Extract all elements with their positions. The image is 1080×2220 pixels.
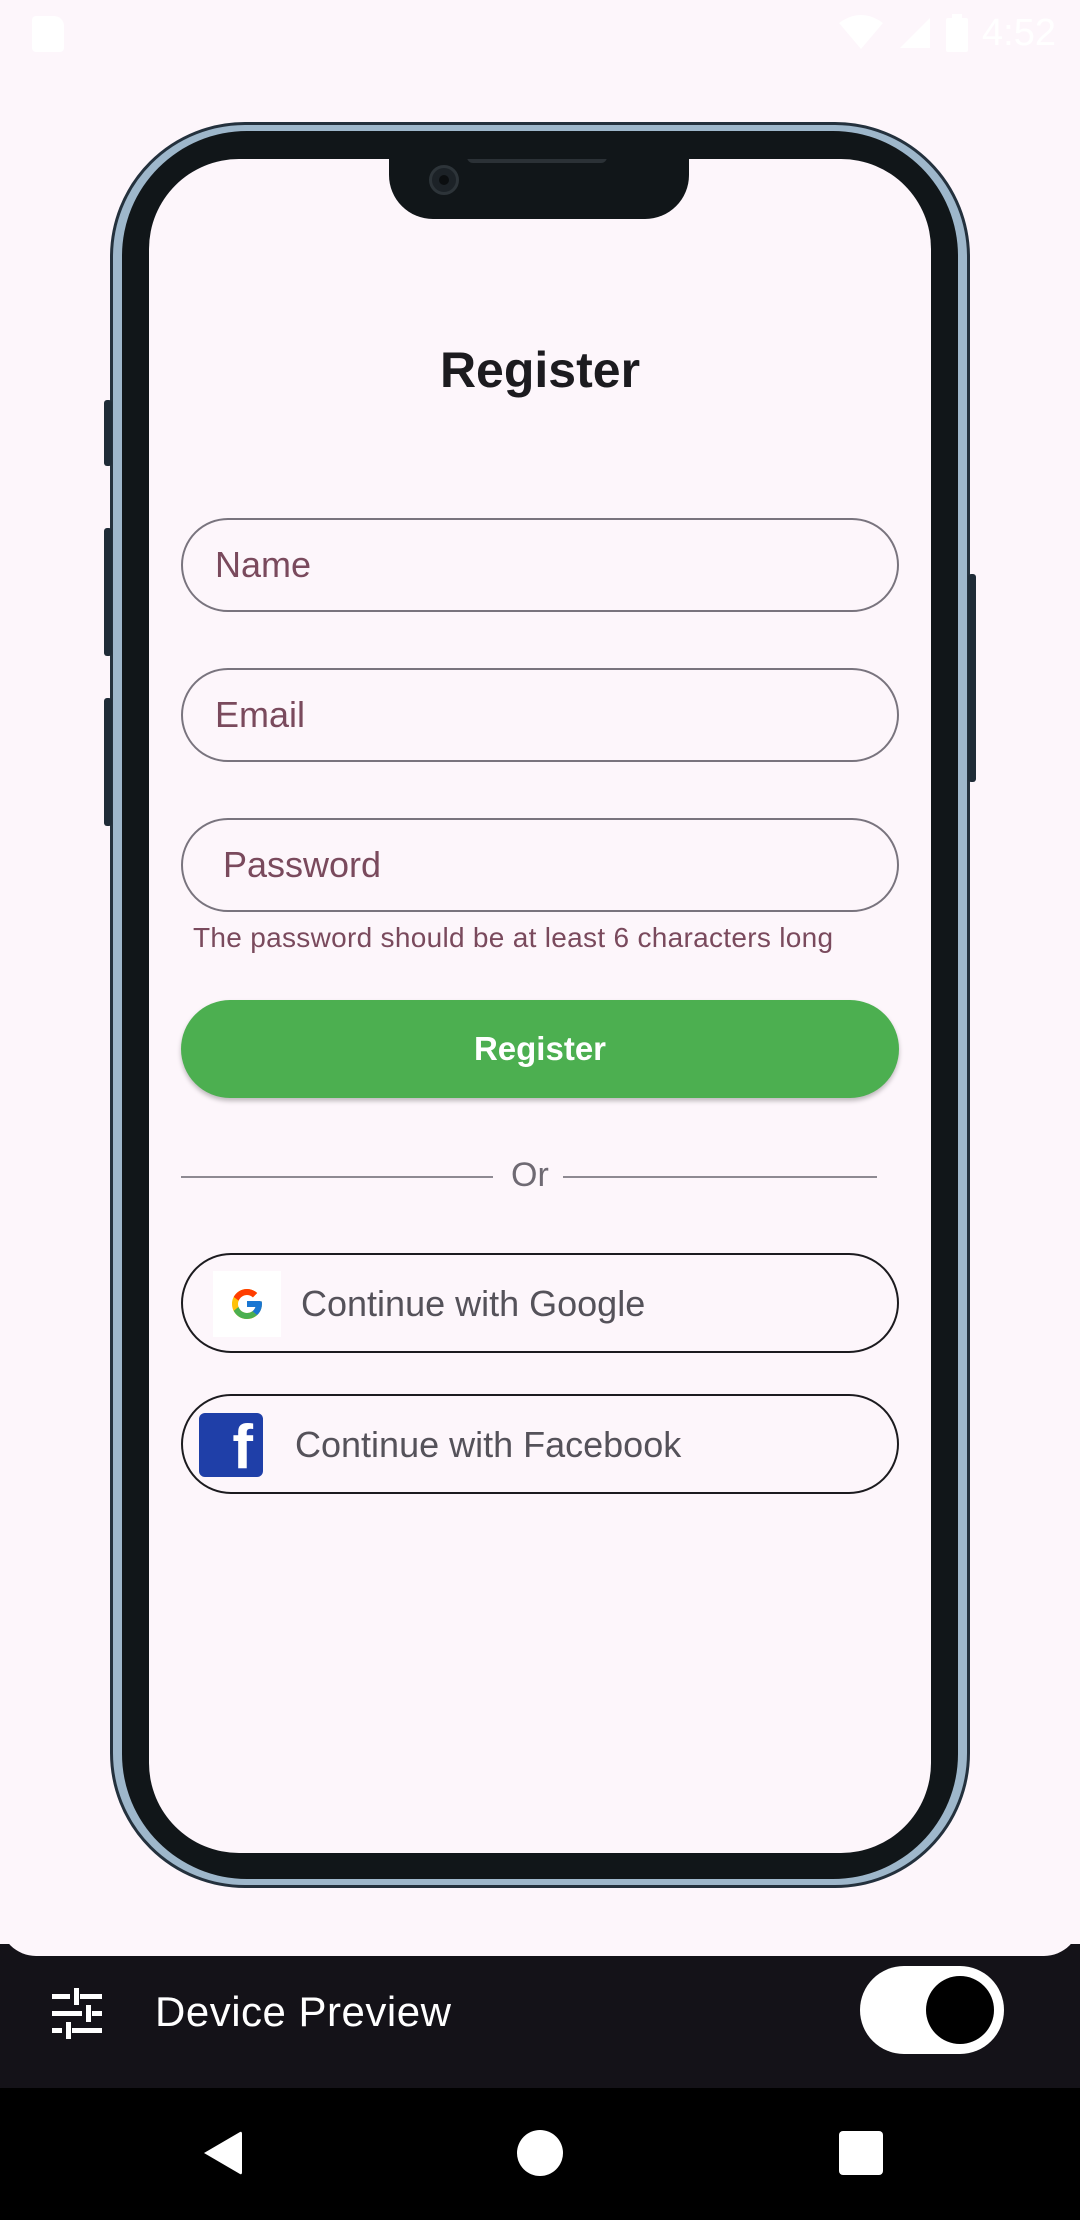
device-preview-toggle[interactable]	[860, 1966, 1004, 2054]
sheet-bottom-edge	[0, 1916, 1080, 1956]
google-sign-in-button[interactable]: Continue with Google	[181, 1253, 899, 1353]
wifi-icon	[839, 15, 884, 49]
facebook-logo-icon: f	[199, 1413, 263, 1477]
notch	[389, 159, 689, 219]
email-field[interactable]: Email	[181, 668, 899, 762]
home-icon[interactable]	[517, 2130, 563, 2176]
status-icons: 4:52	[838, 8, 1056, 58]
toggle-knob	[926, 1976, 994, 2044]
name-placeholder: Name	[215, 544, 312, 585]
password-field[interactable]: Password	[181, 818, 899, 912]
device-power-button	[968, 574, 976, 782]
signal-icon	[900, 18, 931, 48]
google-button-label: Continue with Google	[301, 1283, 646, 1324]
device-preview-label: Device Preview	[155, 1988, 452, 2035]
or-label: Or	[511, 1156, 549, 1194]
password-helper-text: The password should be at least 6 charac…	[193, 922, 834, 953]
camera-icon	[429, 165, 459, 195]
status-bar: 4:52	[0, 0, 1080, 66]
name-field[interactable]: Name	[181, 518, 899, 612]
device-volume-down	[104, 698, 112, 826]
email-placeholder: Email	[215, 694, 306, 735]
device-side-button	[104, 400, 112, 466]
facebook-button-label: Continue with Facebook	[295, 1424, 682, 1465]
device-volume-up	[104, 528, 112, 656]
device-screen: Register Name Email Password The passwor…	[149, 159, 931, 1853]
divider-right	[563, 1176, 877, 1178]
battery-icon	[946, 14, 969, 52]
recents-icon[interactable]	[839, 2131, 883, 2175]
facebook-sign-in-button[interactable]: f Continue with Facebook	[181, 1394, 899, 1494]
device-preview-toolbar: Device Preview	[0, 1944, 1080, 2088]
password-placeholder: Password	[223, 844, 382, 885]
sd-card-icon	[32, 16, 64, 52]
settings-sliders-icon[interactable]	[50, 1986, 104, 2040]
status-time: 4:52	[982, 11, 1056, 54]
page-title: Register	[439, 342, 641, 398]
speaker-grille	[467, 159, 607, 163]
google-logo-icon	[213, 1271, 281, 1337]
divider-left	[181, 1176, 493, 1178]
navigation-bar	[0, 2088, 1080, 2220]
register-button[interactable]: Register	[181, 1000, 899, 1098]
back-icon[interactable]	[200, 2128, 244, 2178]
